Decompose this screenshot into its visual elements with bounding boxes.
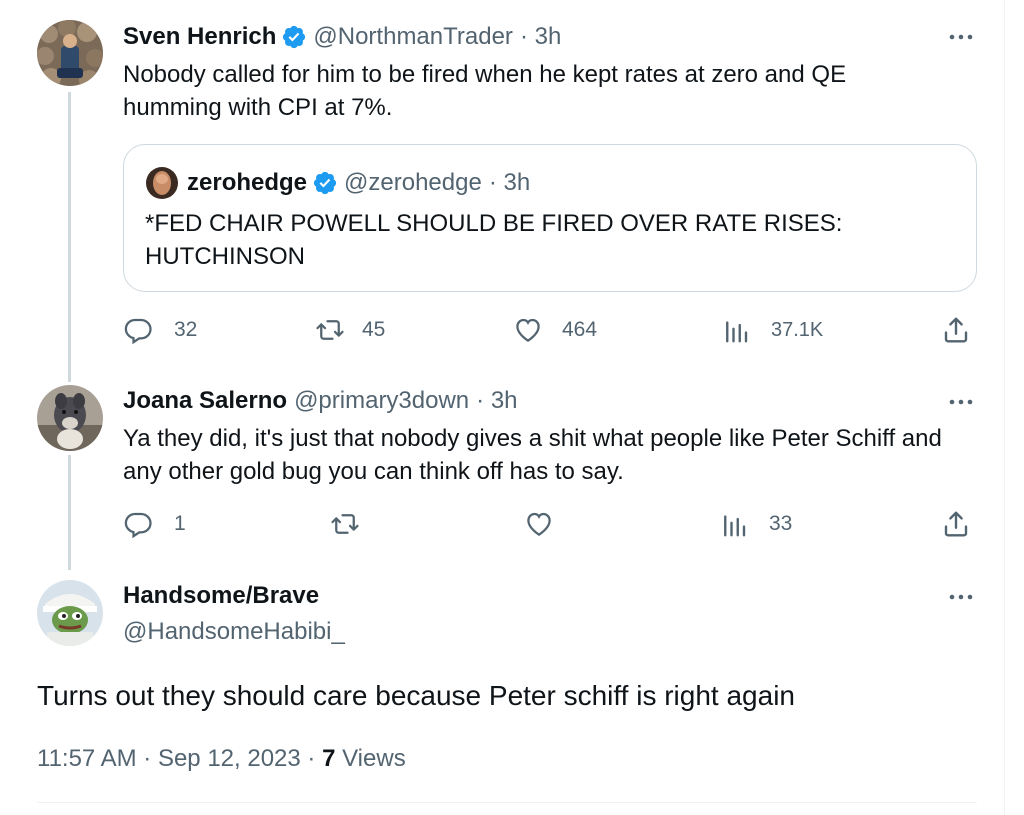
- thread-line: [68, 455, 71, 570]
- views-count: 33: [769, 512, 793, 535]
- share-button[interactable]: [941, 507, 971, 541]
- avatar[interactable]: [37, 385, 103, 451]
- views-button[interactable]: 33: [719, 507, 792, 541]
- thread-line: [68, 92, 71, 382]
- quoted-header: zerohedge @zerohedge · 3h: [187, 167, 530, 199]
- reply-count: 1: [174, 512, 186, 535]
- tweet-metadata: 11:57 AM · Sep 12, 2023 · 7 Views: [37, 744, 406, 774]
- reply-icon: [123, 509, 153, 539]
- retweet-button[interactable]: 45: [315, 313, 385, 347]
- divider: [37, 802, 977, 803]
- tweet-actions: 1 33: [123, 507, 977, 541]
- reply-button[interactable]: 32: [123, 313, 197, 347]
- more-horizontal-icon[interactable]: [946, 27, 976, 47]
- author-name[interactable]: Joana Salerno: [123, 386, 287, 416]
- tweet-text: Nobody called for him to be fired when h…: [123, 61, 847, 121]
- verified-badge-icon: [312, 170, 338, 196]
- reply-icon: [123, 315, 153, 345]
- timestamp[interactable]: · 3h: [476, 386, 517, 416]
- avatar[interactable]: [37, 20, 103, 86]
- avatar: [146, 167, 178, 199]
- share-button[interactable]: [941, 313, 971, 347]
- share-icon: [941, 509, 971, 539]
- quoted-author-handle: @zerohedge: [344, 169, 482, 196]
- timestamp[interactable]: · 3h: [520, 22, 561, 52]
- like-button[interactable]: 464: [513, 313, 597, 347]
- heart-icon: [513, 315, 543, 345]
- tweet-text: Ya they did, it's just that nobody gives…: [123, 425, 942, 485]
- like-button[interactable]: [524, 507, 554, 541]
- retweet-button[interactable]: [330, 507, 360, 541]
- author-handle[interactable]: @HandsomeHabibi_: [123, 617, 345, 647]
- tweet-header: Joana Salerno @primary3down · 3h: [123, 386, 518, 416]
- retweet-icon: [330, 509, 360, 539]
- analytics-icon: [719, 509, 749, 539]
- author-name[interactable]: Sven Henrich: [123, 22, 276, 52]
- tweet-timestamp[interactable]: 11:57 AM · Sep 12, 2023 ·: [37, 745, 322, 772]
- share-icon: [941, 315, 971, 345]
- retweet-icon: [315, 315, 345, 345]
- views-count: 7: [322, 745, 336, 772]
- author-handle[interactable]: @NorthmanTrader: [313, 22, 513, 52]
- main-tweet-text: Turns out they should care because Peter…: [37, 680, 795, 711]
- author-name[interactable]: Handsome/Brave: [123, 581, 319, 611]
- reply-button[interactable]: 1: [123, 507, 186, 541]
- reply-count: 32: [174, 318, 198, 341]
- tweet-actions: 32 45 464 37.1K: [123, 313, 977, 347]
- quoted-author-name: zerohedge: [187, 169, 308, 196]
- quoted-timestamp: · 3h: [488, 169, 531, 196]
- more-horizontal-icon[interactable]: [946, 392, 976, 412]
- author-handle[interactable]: @primary3down: [294, 386, 469, 416]
- views-button[interactable]: 37.1K: [721, 313, 823, 347]
- more-horizontal-icon[interactable]: [946, 587, 976, 607]
- analytics-icon: [721, 315, 751, 345]
- views-count: 37.1K: [771, 318, 824, 341]
- heart-icon: [524, 509, 554, 539]
- views-label: Views: [335, 745, 406, 772]
- retweet-count: 45: [362, 318, 386, 341]
- like-count: 464: [562, 318, 598, 341]
- tweet-header: Sven Henrich @NorthmanTrader · 3h: [123, 22, 561, 52]
- avatar[interactable]: [37, 580, 103, 646]
- quoted-tweet[interactable]: zerohedge @zerohedge · 3h *FED CHAIR POW…: [123, 144, 977, 292]
- quoted-text: *FED CHAIR POWELL SHOULD BE FIRED OVER R…: [145, 210, 843, 270]
- verified-badge-icon[interactable]: [281, 24, 307, 50]
